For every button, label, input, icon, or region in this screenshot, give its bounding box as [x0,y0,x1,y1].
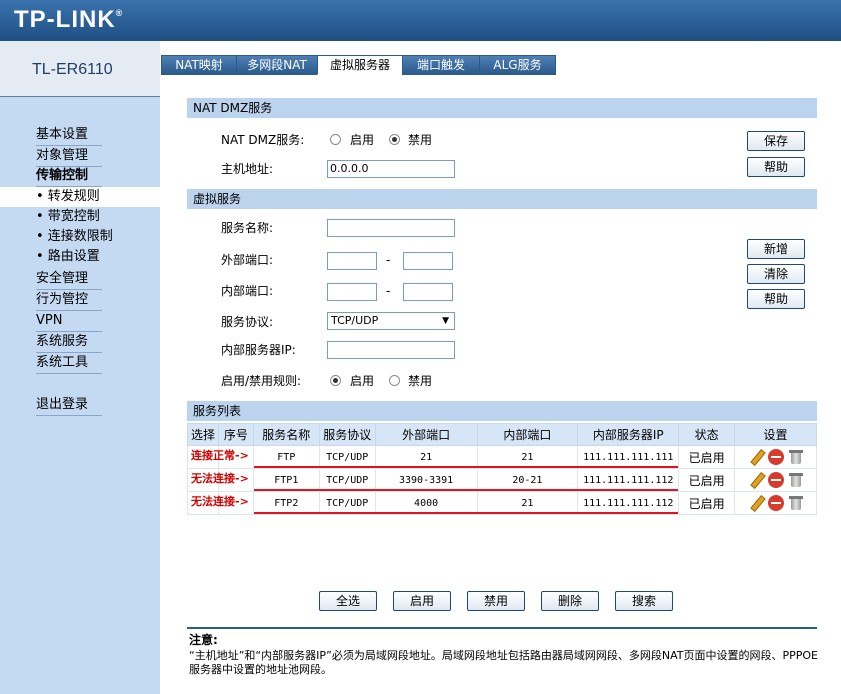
nav-routing-settings[interactable]: • 路由设置 [0,247,160,267]
dmz-disable-label: 禁用 [408,133,433,147]
tab-alg-service[interactable]: ALG服务 [479,55,556,75]
dmz-help-button[interactable]: 帮助 [747,157,805,177]
col-protocol: 服务协议 [318,423,376,446]
host-address-label: 主机地址: [221,162,274,176]
server-ip-input[interactable] [327,341,455,359]
row-settings [734,468,817,492]
clear-button[interactable]: 清除 [747,264,805,284]
service-list-section-header: 服务列表 [187,401,817,421]
protocol-select[interactable]: TCP/UDP ▼ [327,312,455,330]
nav-security[interactable]: 安全管理 [36,269,102,290]
delete-button[interactable]: 删除 [541,591,599,611]
stop-icon[interactable] [767,472,784,488]
annotation-row-1: 连接正常-> [191,449,249,462]
col-server-ip: 内部服务器IP [577,423,680,446]
tab-virtual-server[interactable]: 虚拟服务器 [317,55,403,75]
row-status: 已启用 [678,468,736,492]
table-header-row: 选择 序号 服务名称 服务协议 外部端口 内部端口 内部服务器IP 状态 设置 [187,423,817,446]
internal-port-start-input[interactable] [327,283,377,301]
nav-system-tools[interactable]: 系统工具 [36,353,102,374]
chevron-down-icon: ▼ [442,316,449,326]
nav-connection-limit[interactable]: • 连接数限制 [0,227,160,247]
nav-behavior-control[interactable]: 行为管控 [36,290,102,311]
internal-port-label: 内部端口: [221,284,274,298]
internal-port-end-input[interactable] [403,283,453,301]
col-status: 状态 [678,423,736,446]
col-settings: 设置 [734,423,817,446]
dmz-disable-radio[interactable] [389,134,400,145]
server-ip-label: 内部服务器IP: [221,343,296,357]
dmz-enable-radio[interactable] [330,134,341,145]
enable-button[interactable]: 启用 [393,591,451,611]
top-banner: TP-LINK® [0,0,841,41]
virtual-service-section-header: 虚拟服务 [187,189,817,209]
nav-logout[interactable]: 退出登录 [36,395,102,416]
tab-nat-mapping[interactable]: NAT映射 [161,55,237,75]
add-button[interactable]: 新增 [747,239,805,259]
nav-bandwidth-control[interactable]: • 带宽控制 [0,207,160,227]
internal-port-dash: - [386,284,391,298]
notes-title: 注意: [189,633,218,647]
pencil-icon[interactable] [748,495,764,511]
external-port-dash: - [386,253,391,267]
annotation-row-2: 无法连接-> [191,472,249,485]
tab-multi-segment-nat[interactable]: 多网段NAT [236,55,318,75]
stop-icon[interactable] [767,449,784,465]
trash-icon[interactable] [788,495,804,511]
search-button[interactable]: 搜索 [615,591,673,611]
annotation-underline-1 [254,466,678,468]
dmz-enable-label: 启用 [350,133,375,147]
external-port-label: 外部端口: [221,253,274,267]
row-settings [734,445,817,469]
dmz-section-header: NAT DMZ服务 [187,98,817,118]
vs-help-button[interactable]: 帮助 [747,289,805,309]
external-port-start-input[interactable] [327,252,377,270]
col-internal-port: 内部端口 [476,423,579,446]
tab-port-trigger[interactable]: 端口触发 [402,55,480,75]
select-all-button[interactable]: 全选 [319,591,377,611]
rule-disable-label: 禁用 [408,374,433,388]
rule-enable-label: 启用 [350,374,375,388]
tp-link-logo: TP-LINK® [14,6,124,33]
service-name-input[interactable] [327,219,455,237]
nav-object-management[interactable]: 对象管理 [36,146,102,167]
col-select: 选择 [187,423,219,446]
nav-forward-rules[interactable]: • 转发规则 [0,187,160,207]
disable-button[interactable]: 禁用 [467,591,525,611]
notes-text: “主机地址”和“内部服务器IP”必须为局域网段地址。局域网段地址包括路由器局域网… [189,649,818,676]
host-address-input[interactable]: 0.0.0.0 [327,160,455,178]
annotation-underline-2 [254,489,678,491]
protocol-label: 服务协议: [221,315,274,329]
dmz-service-label: NAT DMZ服务: [221,133,305,147]
device-model: TL-ER6110 [0,41,160,97]
annotation-row-3: 无法连接-> [191,495,249,508]
col-service-name: 服务名称 [252,423,320,446]
external-port-end-input[interactable] [403,252,453,270]
annotation-underline-3 [254,512,678,514]
trash-icon[interactable] [788,472,804,488]
pencil-icon[interactable] [748,449,764,465]
nav-basic-settings[interactable]: 基本设置 [36,125,102,146]
rule-toggle-label: 启用/禁用规则: [221,374,302,388]
service-name-label: 服务名称: [221,221,274,235]
col-index: 序号 [217,423,254,446]
pencil-icon[interactable] [748,472,764,488]
row-status: 已启用 [678,491,736,515]
rule-enable-radio[interactable] [330,375,341,386]
rule-disable-radio[interactable] [389,375,400,386]
trash-icon[interactable] [788,449,804,465]
service-list-table: 选择 序号 服务名称 服务协议 外部端口 内部端口 内部服务器IP 状态 设置 … [187,423,817,515]
save-button[interactable]: 保存 [747,131,805,151]
row-status: 已启用 [678,445,736,469]
col-external-port: 外部端口 [374,423,478,446]
nav-system-services[interactable]: 系统服务 [36,332,102,353]
nav-vpn[interactable]: VPN [36,311,102,332]
stop-icon[interactable] [767,495,784,511]
nav-transfer-control[interactable]: 传输控制 [36,166,102,187]
notes-divider [187,627,817,629]
row-settings [734,491,817,515]
